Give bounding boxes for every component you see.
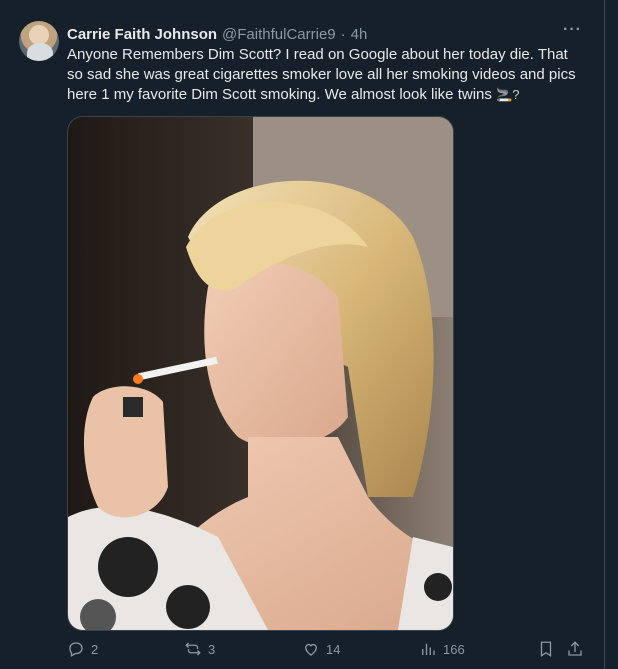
cigarette-emoji: 🚬? [496, 87, 520, 102]
tweet-header: Carrie Faith Johnson @FaithfulCarrie9 · … [67, 24, 367, 44]
tweet-card[interactable]: Carrie Faith Johnson @FaithfulCarrie9 · … [0, 0, 605, 669]
reply-button[interactable]: 2 [67, 640, 98, 658]
tweet-photo[interactable] [67, 116, 454, 631]
heart-icon [305, 643, 317, 656]
tweet-actions: 2 3 14 166 [67, 640, 587, 662]
reply-count: 2 [91, 641, 99, 657]
tweet-text: Anyone Remembers Dim Scott? I read on Go… [67, 45, 587, 105]
repost-count: 3 [208, 641, 216, 657]
repost-icon [185, 642, 201, 656]
views-button[interactable]: 166 [419, 640, 465, 658]
reply-icon [69, 642, 83, 657]
bookmark-icon [540, 641, 552, 658]
share-button[interactable] [566, 640, 584, 658]
like-button[interactable]: 14 [302, 640, 340, 658]
separator-dot: · [340, 25, 346, 43]
share-icon [568, 641, 582, 656]
more-options-icon[interactable]: ··· [563, 21, 582, 39]
author-handle[interactable]: @FaithfulCarrie9 [222, 26, 336, 43]
like-count: 14 [326, 641, 341, 657]
tweet-timestamp[interactable]: 4h [351, 26, 368, 43]
author-name[interactable]: Carrie Faith Johnson [67, 26, 217, 43]
repost-button[interactable]: 3 [184, 640, 215, 658]
views-icon [422, 643, 435, 655]
views-count: 166 [443, 641, 465, 657]
photo-image [68, 117, 453, 630]
bookmark-button[interactable] [537, 640, 555, 658]
avatar[interactable] [19, 21, 59, 61]
